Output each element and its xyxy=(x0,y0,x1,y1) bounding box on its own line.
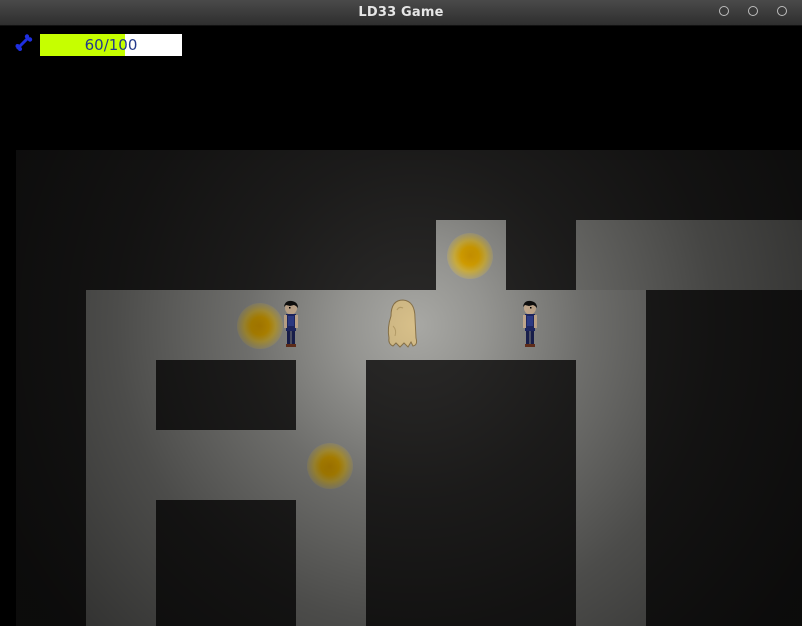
floor-tile xyxy=(86,360,156,430)
floor-tile xyxy=(576,220,646,290)
glowing-orb[interactable] xyxy=(237,303,283,349)
health-bar: 60/100 xyxy=(40,34,182,56)
floor-tile xyxy=(296,500,366,570)
bone-icon xyxy=(15,34,33,51)
floor-tile xyxy=(786,220,802,290)
floor-tile xyxy=(296,570,366,626)
floor-tile xyxy=(576,500,646,570)
maximize-button[interactable] xyxy=(748,6,758,16)
floor-tile xyxy=(716,220,786,290)
ghost-monster[interactable] xyxy=(385,298,419,350)
floor-tile xyxy=(86,570,156,626)
floor-tile xyxy=(646,220,716,290)
floor-tile xyxy=(576,360,646,430)
window-title: LD33 Game xyxy=(358,5,444,20)
floor-tile xyxy=(576,430,646,500)
floor-tile xyxy=(296,360,366,430)
villager-left[interactable] xyxy=(282,300,300,350)
health-text: 60/100 xyxy=(84,36,138,54)
game-canvas[interactable]: 60/100 xyxy=(0,26,802,626)
floor-corridor xyxy=(86,290,646,360)
window-titlebar[interactable]: LD33 Game xyxy=(0,0,802,26)
minimize-button[interactable] xyxy=(719,6,729,16)
villager-right[interactable] xyxy=(521,300,539,350)
floor-tile xyxy=(86,500,156,570)
close-button[interactable] xyxy=(777,6,787,16)
glowing-orb[interactable] xyxy=(307,443,353,489)
glowing-orb[interactable] xyxy=(447,233,493,279)
game-world[interactable] xyxy=(16,150,802,626)
floor-tile xyxy=(576,570,646,626)
